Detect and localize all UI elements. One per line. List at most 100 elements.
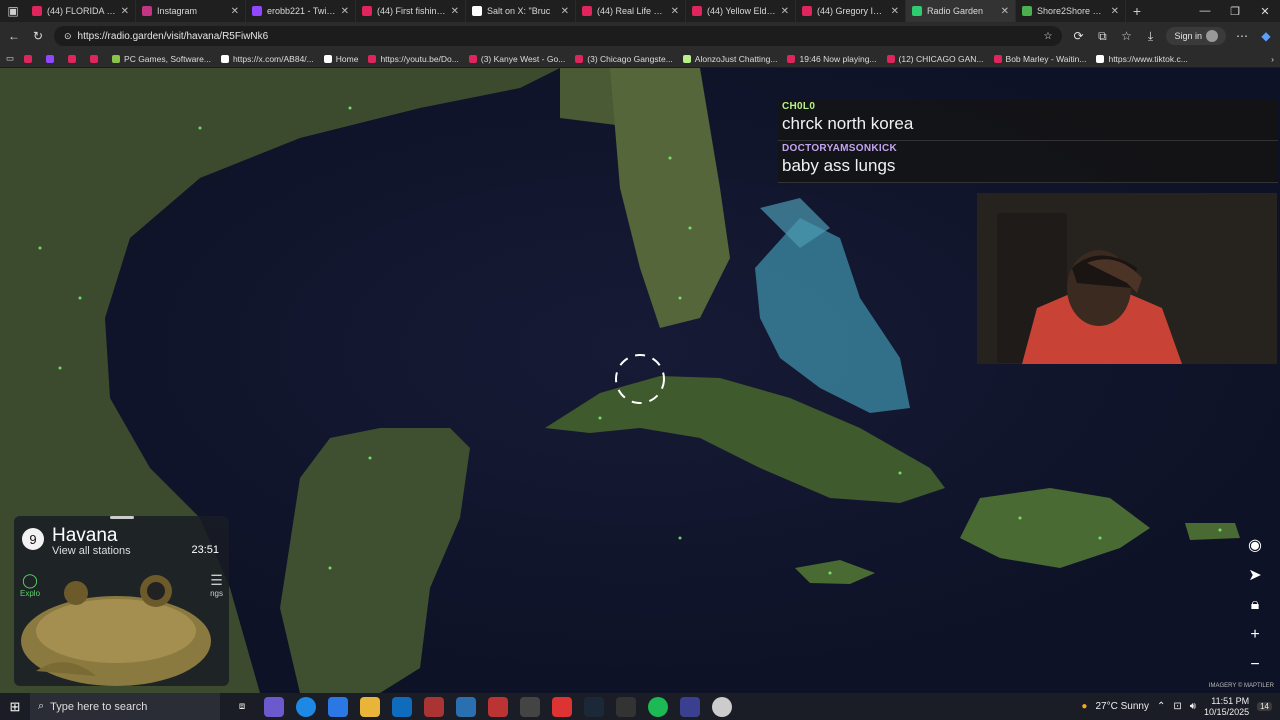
bookmark-item[interactable]: PC Games, Software... [112, 54, 211, 64]
bookmark-label: https://youtu.be/Do... [380, 53, 459, 64]
download-icon[interactable]: ⤓ [1142, 29, 1158, 44]
more-menu-icon[interactable]: ⋯ [1234, 29, 1250, 43]
bookmark-item[interactable] [68, 54, 80, 64]
browser-tab[interactable]: erobb221 - Twitch ✕ [246, 0, 356, 22]
browser-tab[interactable]: (44) First fishing trip ✕ [356, 0, 466, 22]
close-tab-icon[interactable]: ✕ [671, 6, 679, 17]
chat-username: DOCTORYAMSONKICK [782, 143, 897, 154]
bookmark-item[interactable]: https://x.com/AB84/... [220, 54, 314, 64]
lock-icon[interactable]: 🔒︎ [1242, 593, 1268, 617]
site-info-icon[interactable]: ⊙ [64, 31, 72, 42]
panel-drag-handle[interactable] [110, 516, 134, 519]
favorite-star-icon[interactable]: ☆ [1044, 31, 1053, 42]
app-icon[interactable] [616, 696, 636, 717]
globe-icon[interactable]: ◉ [1242, 533, 1268, 557]
store-icon[interactable] [328, 696, 348, 717]
copilot-icon[interactable]: ◆ [1258, 29, 1274, 43]
browser-tab[interactable]: Instagram ✕ [136, 0, 246, 22]
windows-taskbar: ⊞ ⌕ Type here to search ⧈ ● 27°C Sunny ⌃… [0, 693, 1280, 720]
bookmark-item[interactable]: 19:46 Now playing... [787, 53, 877, 64]
app-icon[interactable] [680, 696, 700, 717]
bookmark-item[interactable]: (3) Chicago Gangste... [575, 54, 673, 64]
tray-overflow-icon[interactable]: ⌃ [1157, 701, 1165, 712]
bookmark-favicon [1096, 54, 1105, 63]
taskbar-search[interactable]: ⌕ Type here to search [30, 693, 220, 720]
tab-actions-icon[interactable]: ▣ [0, 0, 26, 22]
sign-in-button[interactable]: Sign in [1166, 27, 1226, 45]
browser-tab[interactable]: Salt on X: "Bruc ✕ [466, 0, 576, 22]
close-tab-icon[interactable]: ✕ [781, 6, 789, 17]
app-icon[interactable] [424, 696, 444, 717]
browser-tab[interactable]: (44) Real Life Pilots ✕ [576, 0, 686, 22]
network-icon[interactable]: ⊡ [1173, 701, 1181, 712]
chevron-right-icon[interactable]: › [1271, 54, 1274, 64]
bookmark-item[interactable] [24, 54, 36, 64]
bookmark-item[interactable] [46, 54, 58, 64]
steam-icon[interactable] [584, 696, 604, 717]
tab-favicon [912, 6, 922, 16]
app-icon[interactable] [712, 696, 732, 717]
file-explorer-icon[interactable] [360, 696, 380, 717]
browser-tab[interactable]: (44) FLORIDA to BA ✕ [26, 0, 136, 22]
outlook-icon[interactable] [392, 696, 412, 717]
locate-icon[interactable]: ➤ [1242, 563, 1268, 587]
tab-label: Instagram [157, 6, 198, 16]
bookmark-item[interactable] [90, 54, 102, 64]
favorites-icon[interactable]: ☆ [1118, 29, 1134, 43]
close-tab-icon[interactable]: ✕ [891, 6, 899, 17]
bookmark-label: 19:46 Now playing... [799, 53, 877, 64]
close-tab-icon[interactable]: ✕ [341, 6, 349, 17]
browser-tab[interactable]: (44) Yellow Elder Pr ✕ [686, 0, 796, 22]
browser-tab[interactable]: Radio Garden ✕ [906, 0, 1016, 22]
task-view-icon[interactable]: ⧈ [232, 697, 252, 717]
close-window-button[interactable]: ✕ [1250, 5, 1280, 18]
close-tab-icon[interactable]: ✕ [561, 6, 569, 17]
close-tab-icon[interactable]: ✕ [451, 6, 459, 17]
close-tab-icon[interactable]: ✕ [1111, 6, 1119, 17]
collections-icon[interactable]: ⧉ [1094, 29, 1110, 44]
bookmark-favicon [886, 54, 895, 63]
tab-label: Salt on X: "Bruc [487, 6, 551, 16]
bookmark-item[interactable]: https://www.tiktok.c... [1096, 54, 1188, 64]
copilot-app-icon[interactable] [264, 696, 284, 717]
volume-icon[interactable]: 🔊︎ [1190, 701, 1196, 712]
zoom-out-button[interactable]: − [1242, 653, 1268, 677]
clock[interactable]: 11:51 PM 10/15/2025 [1204, 696, 1249, 718]
notification-badge[interactable]: 14 [1257, 702, 1272, 711]
spotify-icon[interactable] [648, 696, 668, 717]
weather-text[interactable]: 27°C Sunny [1095, 701, 1148, 712]
back-arrow-icon[interactable]: ← [6, 29, 22, 43]
browser-tab[interactable]: Shore2Shore Bahan ✕ [1016, 0, 1126, 22]
url-field[interactable]: ⊙ https://radio.garden/visit/havana/R5Fi… [54, 26, 1063, 46]
close-tab-icon[interactable]: ✕ [121, 6, 129, 17]
close-tab-icon[interactable]: ✕ [1001, 6, 1009, 17]
maximize-button[interactable]: ❐ [1220, 5, 1250, 18]
bookmark-item[interactable]: AlonzoJust Chatting... [682, 54, 777, 64]
app-icon[interactable] [520, 696, 540, 717]
edge-icon[interactable] [296, 696, 316, 717]
app-icon[interactable] [488, 696, 508, 717]
new-tab-button[interactable]: + [1126, 3, 1148, 19]
extensions-icon[interactable]: ⟳ [1070, 29, 1086, 43]
bookmark-item[interactable]: Bob Marley - Waitin... [993, 54, 1086, 64]
minimize-button[interactable]: — [1190, 5, 1220, 18]
bookmark-item[interactable]: (12) CHICAGO GAN... [886, 54, 984, 64]
browser-tab-bar: ▣ (44) FLORIDA to BA✕Instagram✕erobb221 … [0, 0, 1280, 22]
bookmark-item[interactable]: (3) Kanye West - Go... [468, 54, 565, 64]
bookmark-item[interactable]: https://youtu.be/Do... [368, 53, 459, 64]
bookmark-item[interactable]: Home [323, 54, 358, 64]
bookmark-favicon [220, 54, 229, 63]
windows-start-icon[interactable]: ⊞ [0, 699, 30, 715]
bookmarks-folder-icon[interactable]: ▭ [6, 53, 14, 64]
browser-tab[interactable]: (44) Gregory Isaacs ✕ [796, 0, 906, 22]
view-all-stations-link[interactable]: View all stations [52, 545, 131, 557]
close-tab-icon[interactable]: ✕ [231, 6, 239, 17]
app-icon[interactable] [456, 696, 476, 717]
maps-icon[interactable] [552, 696, 572, 717]
tab-label: (44) FLORIDA to BA [47, 6, 116, 16]
station-panel: 9 Havana View all stations 23:51 ◯ Explo… [14, 516, 229, 686]
bookmark-label: (3) Chicago Gangste... [587, 53, 673, 64]
window-controls: — ❐ ✕ [1190, 5, 1280, 18]
reload-icon[interactable]: ↻ [30, 29, 46, 43]
zoom-in-button[interactable]: + [1242, 623, 1268, 647]
